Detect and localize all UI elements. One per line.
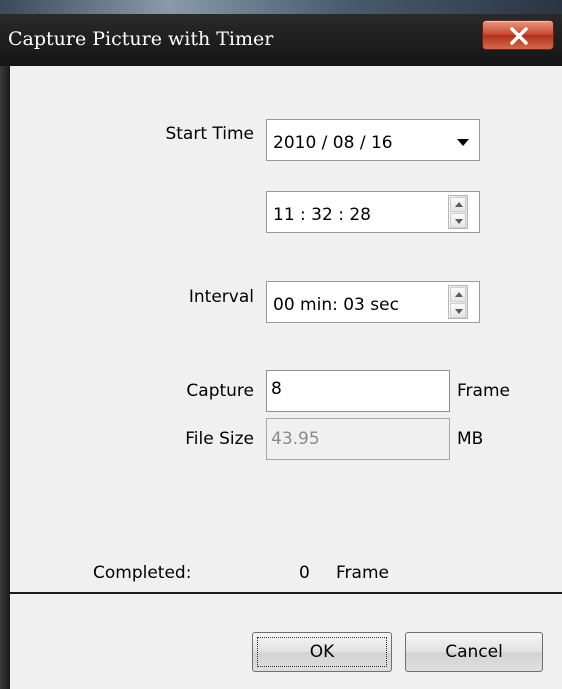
- start-time-label: Start Time: [165, 124, 254, 144]
- capture-input[interactable]: [271, 379, 441, 399]
- interval-spin-down[interactable]: [450, 303, 466, 318]
- completed-count: 0: [299, 563, 310, 583]
- time-stepper[interactable]: 11 : 32 : 28: [266, 191, 480, 233]
- interval-label: Interval: [188, 287, 254, 307]
- completed-unit-label: Frame: [336, 563, 389, 583]
- close-button[interactable]: [482, 20, 554, 50]
- date-dropdown[interactable]: 2010 / 08 / 16: [266, 119, 480, 161]
- window-border: [0, 66, 10, 689]
- time-spin-up[interactable]: [450, 197, 466, 212]
- date-value: 2010 / 08 / 16: [273, 133, 393, 153]
- time-value: 11 : 32 : 28: [273, 205, 371, 225]
- spin-up-icon: [455, 202, 463, 207]
- completed-label: Completed:: [93, 563, 192, 583]
- time-spin-down[interactable]: [450, 213, 466, 228]
- spin-down-icon: [455, 219, 463, 224]
- time-spin-buttons[interactable]: [448, 195, 468, 229]
- spin-up-icon: [455, 292, 463, 297]
- spin-down-icon: [455, 309, 463, 314]
- window-title: Capture Picture with Timer: [8, 28, 274, 50]
- file-size-label: File Size: [185, 429, 254, 449]
- file-size-value: 43.95: [271, 429, 320, 449]
- capture-label: Capture: [186, 381, 254, 401]
- dialog-window: Capture Picture with Timer Start Time 20…: [0, 0, 562, 689]
- ok-button[interactable]: OK: [252, 632, 392, 672]
- interval-stepper[interactable]: 00 min: 03 sec: [266, 281, 480, 323]
- capture-field[interactable]: [266, 370, 450, 412]
- interval-spin-up[interactable]: [450, 287, 466, 302]
- cancel-button[interactable]: Cancel: [405, 632, 543, 672]
- interval-spin-buttons[interactable]: [448, 285, 468, 319]
- background-strip: [0, 0, 562, 14]
- interval-value: 00 min: 03 sec: [273, 295, 399, 315]
- divider: [10, 592, 562, 594]
- chevron-down-icon[interactable]: [457, 139, 469, 146]
- file-size-field: 43.95: [266, 418, 450, 460]
- close-icon: [510, 27, 528, 45]
- file-size-unit-label: MB: [457, 429, 484, 449]
- capture-unit-label: Frame: [457, 381, 510, 401]
